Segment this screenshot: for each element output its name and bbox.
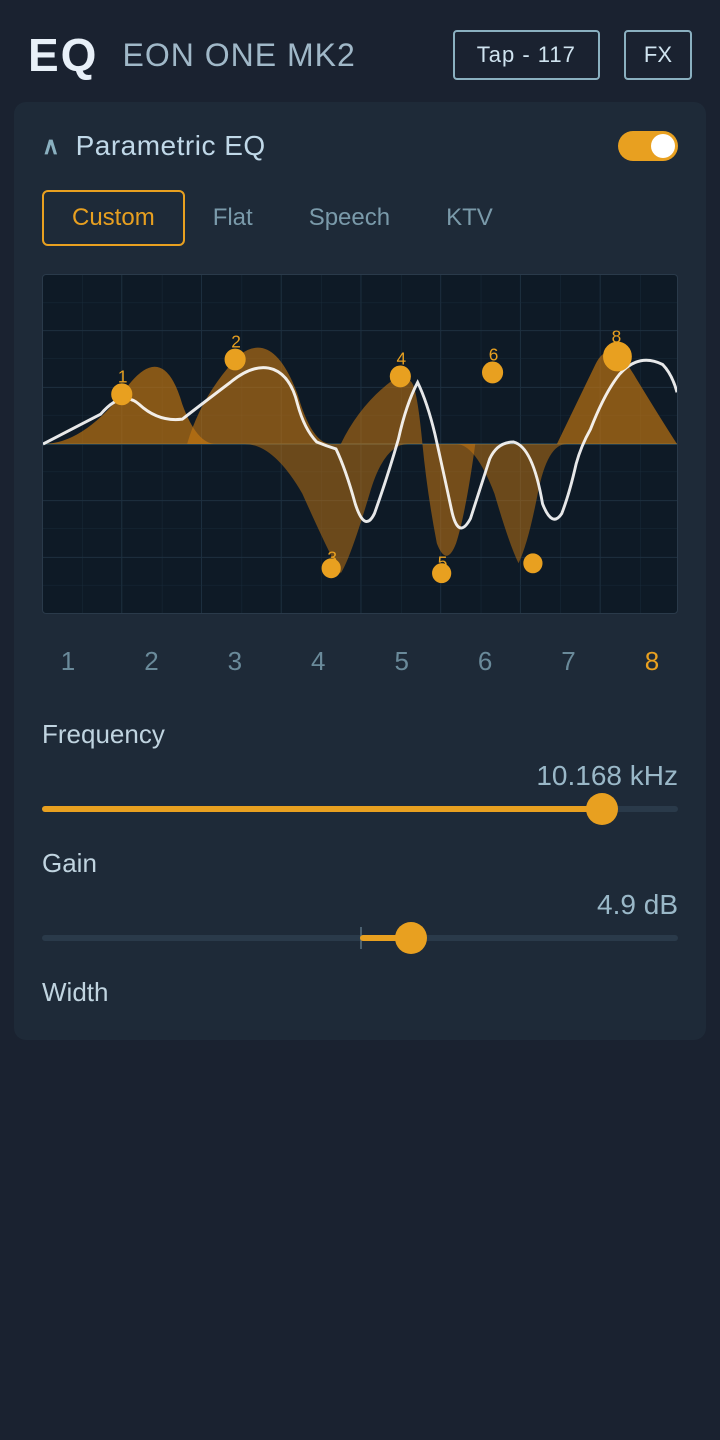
- eq-graph[interactable]: 1 2 3 4 5 6 8: [42, 274, 678, 614]
- band-1[interactable]: 1: [48, 646, 88, 677]
- frequency-fill: [42, 806, 602, 812]
- main-panel: ∧ Parametric EQ Custom Flat Speech KTV: [14, 102, 706, 1040]
- gain-label: Gain: [42, 848, 678, 879]
- peq-title: Parametric EQ: [76, 130, 618, 162]
- preset-tabs: Custom Flat Speech KTV: [42, 190, 678, 246]
- peq-header: ∧ Parametric EQ: [42, 130, 678, 162]
- frequency-section: Frequency 10.168 kHz: [42, 719, 678, 812]
- band-4[interactable]: 4: [298, 646, 338, 677]
- band-2[interactable]: 2: [131, 646, 171, 677]
- tab-custom[interactable]: Custom: [42, 190, 185, 246]
- band-numbers: 1 2 3 4 5 6 7 8: [42, 634, 678, 689]
- collapse-icon[interactable]: ∧: [42, 132, 60, 161]
- svg-text:6: 6: [489, 344, 499, 364]
- frequency-label: Frequency: [42, 719, 678, 750]
- gain-section: Gain 4.9 dB: [42, 848, 678, 941]
- tab-speech[interactable]: Speech: [281, 190, 418, 246]
- svg-text:2: 2: [231, 331, 241, 351]
- tab-ktv[interactable]: KTV: [418, 190, 521, 246]
- gain-thumb[interactable]: [395, 922, 427, 954]
- eq-label: EQ: [28, 28, 98, 82]
- fx-button[interactable]: FX: [624, 30, 692, 80]
- tap-button[interactable]: Tap - 117: [453, 30, 600, 80]
- width-label: Width: [42, 977, 678, 1008]
- svg-text:5: 5: [438, 552, 448, 572]
- tab-flat[interactable]: Flat: [185, 190, 281, 246]
- band-6[interactable]: 6: [465, 646, 505, 677]
- device-name: EON ONE MK2: [122, 37, 428, 74]
- frequency-thumb[interactable]: [586, 793, 618, 825]
- band-7[interactable]: 7: [549, 646, 589, 677]
- frequency-value: 10.168 kHz: [42, 760, 678, 792]
- peq-toggle[interactable]: [618, 131, 678, 161]
- band-8[interactable]: 8: [632, 646, 672, 677]
- svg-text:4: 4: [397, 348, 407, 368]
- frequency-slider[interactable]: [42, 806, 678, 812]
- gain-slider[interactable]: [42, 935, 678, 941]
- top-bar: EQ EON ONE MK2 Tap - 117 FX: [0, 0, 720, 102]
- svg-text:1: 1: [118, 366, 128, 386]
- band-3[interactable]: 3: [215, 646, 255, 677]
- band-5[interactable]: 5: [382, 646, 422, 677]
- gain-value: 4.9 dB: [42, 889, 678, 921]
- svg-text:3: 3: [327, 547, 337, 567]
- svg-text:8: 8: [612, 326, 622, 346]
